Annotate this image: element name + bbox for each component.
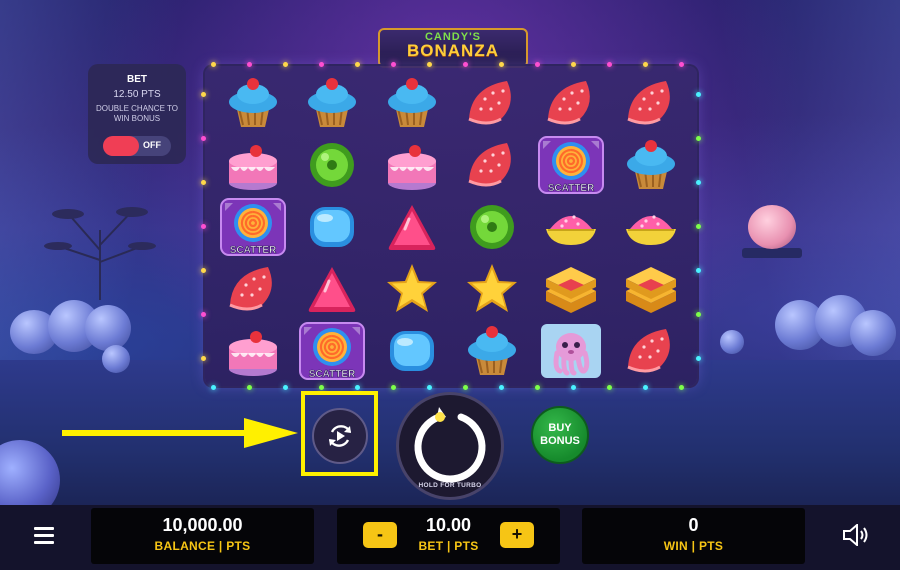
symbol-star	[452, 258, 532, 320]
symbol-blue-candy	[372, 320, 452, 382]
hold-for-turbo-label: HOLD FOR TURBO	[418, 482, 482, 489]
ball-decoration	[85, 305, 131, 351]
reel-grid: SCATTER SCATTER SCATTER	[201, 62, 701, 390]
sound-icon[interactable]	[842, 524, 870, 546]
bet-panel: - 10.00 BET | PTS +	[337, 508, 560, 564]
symbol-green-candy	[293, 134, 373, 196]
symbol-cupcake	[452, 320, 532, 382]
scatter-symbol: SCATTER	[293, 320, 373, 382]
symbol-jelly-slice	[611, 72, 691, 134]
bet-decrease-button[interactable]: -	[363, 522, 397, 548]
toggle-state-label: OFF	[143, 140, 161, 150]
ball-decoration	[850, 310, 896, 356]
buy-bonus-label-2: BONUS	[540, 435, 580, 447]
bet-panel-description: DOUBLE CHANCE TO WIN BONUS	[96, 104, 178, 123]
symbol-cupcake	[611, 134, 691, 196]
symbol-octopus	[531, 320, 611, 382]
scatter-symbol: SCATTER	[213, 196, 293, 258]
symbol-pink-bowl	[531, 196, 611, 258]
autoplay-icon	[328, 425, 352, 447]
buy-bonus-button[interactable]: BUY BONUS	[531, 406, 589, 464]
symbol-cupcake	[213, 72, 293, 134]
spin-button[interactable]: HOLD FOR TURBO	[396, 392, 504, 500]
symbol-cake	[213, 320, 293, 382]
plant-decoration-left	[44, 207, 156, 300]
menu-icon[interactable]	[34, 527, 54, 548]
bet-increase-button[interactable]: +	[500, 522, 534, 548]
symbol-green-candy	[452, 196, 532, 258]
symbol-jelly-slice	[452, 72, 532, 134]
symbol-cake	[372, 134, 452, 196]
symbol-grid: SCATTER SCATTER SCATTER	[213, 72, 691, 382]
symbol-star	[372, 258, 452, 320]
symbol-jelly-slice	[213, 258, 293, 320]
symbol-waffle	[531, 258, 611, 320]
game-logo: CANDY'S BONANZA	[378, 28, 528, 68]
symbol-cake	[213, 134, 293, 196]
ball-decoration	[720, 330, 744, 354]
toggle-knob	[103, 136, 139, 156]
scatter-symbol: SCATTER	[531, 134, 611, 196]
symbol-pink-triangle	[372, 196, 452, 258]
double-chance-toggle[interactable]: OFF	[103, 136, 171, 156]
win-value: 0	[688, 515, 699, 535]
svg-text:SCATTER: SCATTER	[309, 369, 356, 380]
balance-panel: 10,000.00 BALANCE | PTS	[91, 508, 314, 564]
symbol-cupcake	[293, 72, 373, 134]
sweet-decoration	[748, 205, 796, 249]
logo-line-2: BONANZA	[407, 41, 499, 60]
bet-panel-title: BET	[127, 74, 147, 85]
win-panel: 0 WIN | PTS	[582, 508, 805, 564]
symbol-pink-bowl	[611, 196, 691, 258]
symbol-blue-candy	[293, 196, 373, 258]
arrow-icon	[62, 418, 298, 448]
win-label: WIN | PTS	[663, 539, 724, 553]
balance-label: BALANCE | PTS	[154, 539, 251, 553]
balance-value: 10,000.00	[162, 515, 243, 535]
symbol-jelly-slice	[452, 134, 532, 196]
autoplay-button[interactable]	[312, 408, 368, 464]
double-chance-panel: BET 12.50 PTS DOUBLE CHANCE TO WIN BONUS…	[88, 64, 186, 164]
pedestal	[742, 248, 802, 258]
symbol-cupcake	[372, 72, 452, 134]
svg-text:SCATTER: SCATTER	[230, 245, 277, 256]
symbol-pink-triangle	[293, 258, 373, 320]
buy-bonus-label-1: BUY	[548, 422, 572, 434]
ball-decoration	[102, 345, 130, 373]
symbol-jelly-slice	[531, 72, 611, 134]
symbol-waffle	[611, 258, 691, 320]
svg-text:SCATTER: SCATTER	[548, 183, 595, 194]
symbol-jelly-slice	[611, 320, 691, 382]
bet-panel-amount: 12.50 PTS	[113, 89, 161, 100]
